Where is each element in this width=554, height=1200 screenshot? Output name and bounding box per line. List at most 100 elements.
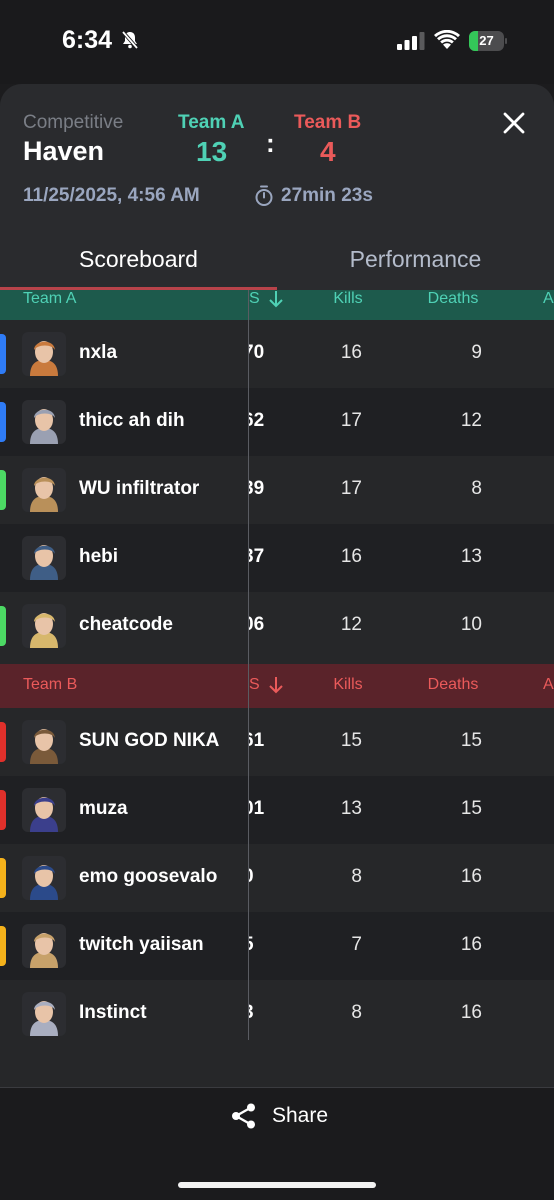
player-score-text: 5 <box>249 934 254 955</box>
player-row[interactable]: SUN GOD NIKA 61 15 15 <box>0 708 554 776</box>
match-header: Competitive Haven Team A 13 : Team B 4 1… <box>0 84 554 290</box>
player-score-text: 06 <box>249 614 265 635</box>
party-indicator <box>0 334 6 374</box>
player-score: 70 <box>249 342 289 364</box>
agent-portrait-icon <box>22 400 66 444</box>
agent-portrait-icon <box>22 788 66 832</box>
agent-portrait-icon <box>22 992 66 1036</box>
party-indicator <box>0 606 6 646</box>
player-kills: 15 <box>340 730 362 751</box>
player-deaths: 16 <box>460 1002 482 1023</box>
player-score-text: 39 <box>249 478 265 499</box>
player-row[interactable]: thicc ah dih 62 17 12 <box>0 388 554 456</box>
score-separator: : <box>266 128 275 158</box>
player-deaths: 9 <box>471 342 482 363</box>
battery-body: 27 <box>469 31 504 51</box>
status-bar: 6:34 27 <box>0 0 554 84</box>
share-icon <box>232 1103 255 1129</box>
player-row[interactable]: cheatcode 06 12 10 <box>0 592 554 660</box>
player-score-text: 01 <box>249 798 265 819</box>
player-score: 37 <box>249 546 289 568</box>
kills-column-header[interactable]: Kills <box>318 290 378 308</box>
silent-bell-icon <box>121 30 139 50</box>
agent-portrait-icon <box>22 332 66 376</box>
player-name: twitch yaiisan <box>79 934 204 955</box>
wifi-icon <box>434 30 460 49</box>
party-indicator <box>0 926 6 966</box>
battery-cap <box>505 38 507 44</box>
team-b-header: Team B S Kills Deaths A <box>0 664 554 708</box>
player-row[interactable]: twitch yaiisan 5 7 16 <box>0 912 554 980</box>
player-score-text: 62 <box>249 410 265 431</box>
share-label: Share <box>272 1104 329 1127</box>
player-score: 3 <box>249 1002 289 1024</box>
player-kills: 12 <box>340 614 362 635</box>
player-name: SUN GOD NIKA <box>79 730 220 751</box>
player-row[interactable]: muza 01 13 15 <box>0 776 554 844</box>
kills-column-header[interactable]: Kills <box>318 676 378 694</box>
player-row[interactable]: hebi 37 16 13 <box>0 524 554 592</box>
party-indicator <box>0 402 6 442</box>
player-row[interactable]: WU infiltrator 39 17 8 <box>0 456 554 524</box>
player-score: 39 <box>249 478 289 500</box>
player-name: muza <box>79 798 128 819</box>
player-name: cheatcode <box>79 614 173 635</box>
agent-portrait-icon <box>22 604 66 648</box>
player-name: hebi <box>79 546 119 567</box>
deaths-column-header[interactable]: Deaths <box>418 290 488 308</box>
team-a-header: Team A S Kills Deaths A <box>0 290 554 320</box>
player-kills: 8 <box>351 1002 362 1023</box>
map-name: Haven <box>23 136 105 166</box>
player-score: 5 <box>249 934 289 956</box>
player-row[interactable]: nxla 70 16 9 <box>0 320 554 388</box>
stopwatch-icon <box>255 185 273 206</box>
party-indicator <box>0 470 6 510</box>
party-indicator <box>0 790 6 830</box>
player-row[interactable]: Instinct 3 8 16 <box>0 980 554 1048</box>
close-icon[interactable] <box>500 109 528 137</box>
player-name: thicc ah dih <box>79 410 185 431</box>
cellular-signal-icon <box>397 32 425 50</box>
tab-scoreboard[interactable]: Scoreboard <box>0 230 277 290</box>
player-name: Instinct <box>79 1002 147 1023</box>
team-b-score: 4 <box>320 136 336 167</box>
player-deaths: 12 <box>460 410 482 431</box>
player-name: WU infiltrator <box>79 478 200 499</box>
battery-indicator: 27 <box>469 31 507 51</box>
assists-column-header[interactable]: A <box>543 290 554 308</box>
assists-column-header[interactable]: A <box>543 676 554 694</box>
player-name: nxla <box>79 342 118 363</box>
team-a-name: Team A <box>178 112 245 133</box>
player-kills: 7 <box>351 934 362 955</box>
tab-performance[interactable]: Performance <box>277 230 554 290</box>
home-indicator[interactable] <box>178 1182 376 1188</box>
match-date: 11/25/2025, 4:56 AM <box>23 185 200 206</box>
agent-portrait-icon <box>22 856 66 900</box>
match-duration: 27min 23s <box>281 185 373 206</box>
frozen-column-divider <box>248 290 249 1040</box>
player-score-text: 0 <box>249 866 254 887</box>
player-score-text: 70 <box>249 342 265 363</box>
player-name: emo goosevalo <box>79 866 218 887</box>
deaths-column-header[interactable]: Deaths <box>418 676 488 694</box>
sort-descending-icon[interactable] <box>266 675 286 695</box>
player-kills: 16 <box>340 546 362 567</box>
player-kills: 13 <box>340 798 362 819</box>
footer-divider <box>0 1087 554 1088</box>
tab-bar: Scoreboard Performance <box>0 230 554 290</box>
match-details-sheet: Competitive Haven Team A 13 : Team B 4 1… <box>0 84 554 1200</box>
sort-descending-icon[interactable] <box>266 289 286 309</box>
battery-percent: 27 <box>479 33 494 48</box>
team-a-score: 13 <box>196 136 228 167</box>
player-kills: 17 <box>340 478 362 499</box>
team-label: Team B <box>23 676 78 693</box>
share-button[interactable]: Share <box>230 1100 350 1134</box>
agent-portrait-icon <box>22 924 66 968</box>
player-kills: 8 <box>351 866 362 887</box>
player-score: 0 <box>249 866 289 888</box>
player-deaths: 15 <box>460 798 482 819</box>
game-mode: Competitive <box>23 112 124 133</box>
clock: 6:34 <box>62 26 113 54</box>
player-row[interactable]: emo goosevalo 0 8 16 <box>0 844 554 912</box>
player-deaths: 10 <box>460 614 482 635</box>
